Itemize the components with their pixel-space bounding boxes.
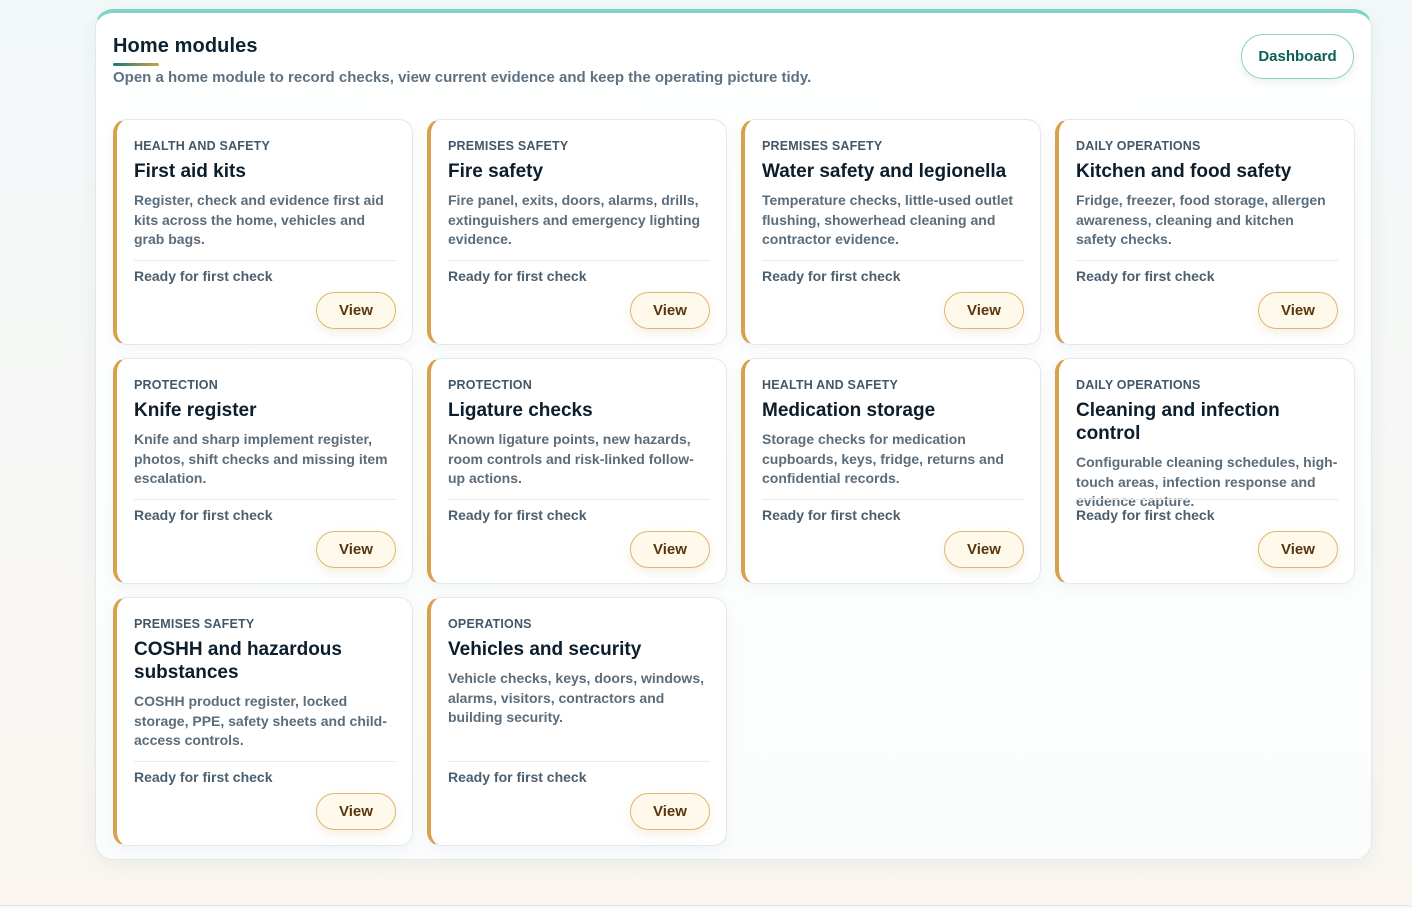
page-subtitle: Open a home module to record checks, vie… bbox=[113, 69, 812, 86]
panel-header: Home modules Open a home module to recor… bbox=[113, 33, 1354, 93]
module-grid: Health and safety First aid kits Registe… bbox=[113, 119, 1355, 846]
module-status: Ready for first check bbox=[448, 769, 587, 785]
view-button[interactable]: View bbox=[1258, 531, 1338, 568]
module-card-water-safety: Premises safety Water safety and legione… bbox=[741, 119, 1041, 345]
module-status: Ready for first check bbox=[134, 507, 273, 523]
module-category: Protection bbox=[448, 378, 532, 392]
module-card-knife-register: Protection Knife register Knife and shar… bbox=[113, 358, 413, 584]
view-button[interactable]: View bbox=[630, 292, 710, 329]
module-title: COSHH and hazardous substances bbox=[134, 639, 342, 683]
dashboard-button[interactable]: Dashboard bbox=[1241, 34, 1354, 79]
page-bottom-divider bbox=[0, 905, 1412, 906]
view-button[interactable]: View bbox=[1258, 292, 1338, 329]
module-title: Knife register bbox=[134, 400, 257, 421]
view-button[interactable]: View bbox=[316, 793, 396, 830]
module-title: Ligature checks bbox=[448, 400, 593, 421]
home-modules-panel: Home modules Open a home module to recor… bbox=[95, 9, 1372, 860]
module-footer: Ready for first check View bbox=[134, 499, 396, 568]
module-status: Ready for first check bbox=[1076, 268, 1215, 284]
view-button[interactable]: View bbox=[630, 531, 710, 568]
module-footer: Ready for first check View bbox=[134, 260, 396, 329]
module-description: Known ligature points, new hazards, room… bbox=[448, 431, 694, 486]
module-title: Kitchen and food safety bbox=[1076, 161, 1292, 182]
view-button[interactable]: View bbox=[316, 531, 396, 568]
view-button[interactable]: View bbox=[316, 292, 396, 329]
module-card-kitchen-food-safety: Daily operations Kitchen and food safety… bbox=[1055, 119, 1355, 345]
module-title: First aid kits bbox=[134, 161, 246, 182]
module-title: Vehicles and security bbox=[448, 639, 642, 660]
module-category: Daily operations bbox=[1076, 378, 1201, 392]
module-category: Protection bbox=[134, 378, 218, 392]
title-underline bbox=[113, 63, 159, 66]
module-category: Health and safety bbox=[762, 378, 899, 392]
module-title: Cleaning and infection control bbox=[1076, 400, 1280, 444]
module-title: Water safety and legionella bbox=[762, 161, 1007, 182]
module-description: Register, check and evidence first aid k… bbox=[134, 192, 384, 247]
module-status: Ready for first check bbox=[134, 268, 273, 284]
module-status: Ready for first check bbox=[762, 507, 901, 523]
module-footer: Ready for first check View bbox=[762, 260, 1024, 329]
module-status: Ready for first check bbox=[134, 769, 273, 785]
module-category: Health and safety bbox=[134, 139, 271, 153]
module-card-ligature-checks: Protection Ligature checks Known ligatur… bbox=[427, 358, 727, 584]
module-card-coshh: Premises safety COSHH and hazardous subs… bbox=[113, 597, 413, 846]
module-status: Ready for first check bbox=[762, 268, 901, 284]
module-description: Temperature checks, little-used outlet f… bbox=[762, 192, 1014, 247]
view-button[interactable]: View bbox=[630, 793, 710, 830]
module-footer: Ready for first check View bbox=[1076, 499, 1338, 568]
module-card-vehicles-security: Operations Vehicles and security Vehicle… bbox=[427, 597, 727, 846]
module-category: Daily operations bbox=[1076, 139, 1201, 153]
module-status: Ready for first check bbox=[448, 507, 587, 523]
module-footer: Ready for first check View bbox=[448, 499, 710, 568]
module-footer: Ready for first check View bbox=[762, 499, 1024, 568]
module-title: Medication storage bbox=[762, 400, 936, 421]
module-title: Fire safety bbox=[448, 161, 544, 182]
module-footer: Ready for first check View bbox=[134, 761, 396, 830]
page-title: Home modules bbox=[113, 35, 258, 57]
module-category: Premises safety bbox=[448, 139, 569, 153]
module-description: Vehicle checks, keys, doors, windows, al… bbox=[448, 670, 704, 725]
module-category: Premises safety bbox=[762, 139, 883, 153]
module-card-first-aid-kits: Health and safety First aid kits Registe… bbox=[113, 119, 413, 345]
view-button[interactable]: View bbox=[944, 292, 1024, 329]
module-status: Ready for first check bbox=[448, 268, 587, 284]
module-footer: Ready for first check View bbox=[448, 761, 710, 830]
module-description: Fire panel, exits, doors, alarms, drills… bbox=[448, 192, 701, 247]
module-card-fire-safety: Premises safety Fire safety Fire panel, … bbox=[427, 119, 727, 345]
module-category: Premises safety bbox=[134, 617, 255, 631]
module-description: Storage checks for medication cupboards,… bbox=[762, 431, 1004, 486]
module-description: Knife and sharp implement register, phot… bbox=[134, 431, 388, 486]
module-card-medication-storage: Health and safety Medication storage Sto… bbox=[741, 358, 1041, 584]
module-footer: Ready for first check View bbox=[1076, 260, 1338, 329]
module-category: Operations bbox=[448, 617, 532, 631]
module-footer: Ready for first check View bbox=[448, 260, 710, 329]
module-status: Ready for first check bbox=[1076, 507, 1215, 523]
module-description: Fridge, freezer, food storage, allergen … bbox=[1076, 192, 1326, 247]
view-button[interactable]: View bbox=[944, 531, 1024, 568]
module-card-cleaning-infection-control: Daily operations Cleaning and infection … bbox=[1055, 358, 1355, 584]
module-description: COSHH product register, locked storage, … bbox=[134, 693, 387, 748]
